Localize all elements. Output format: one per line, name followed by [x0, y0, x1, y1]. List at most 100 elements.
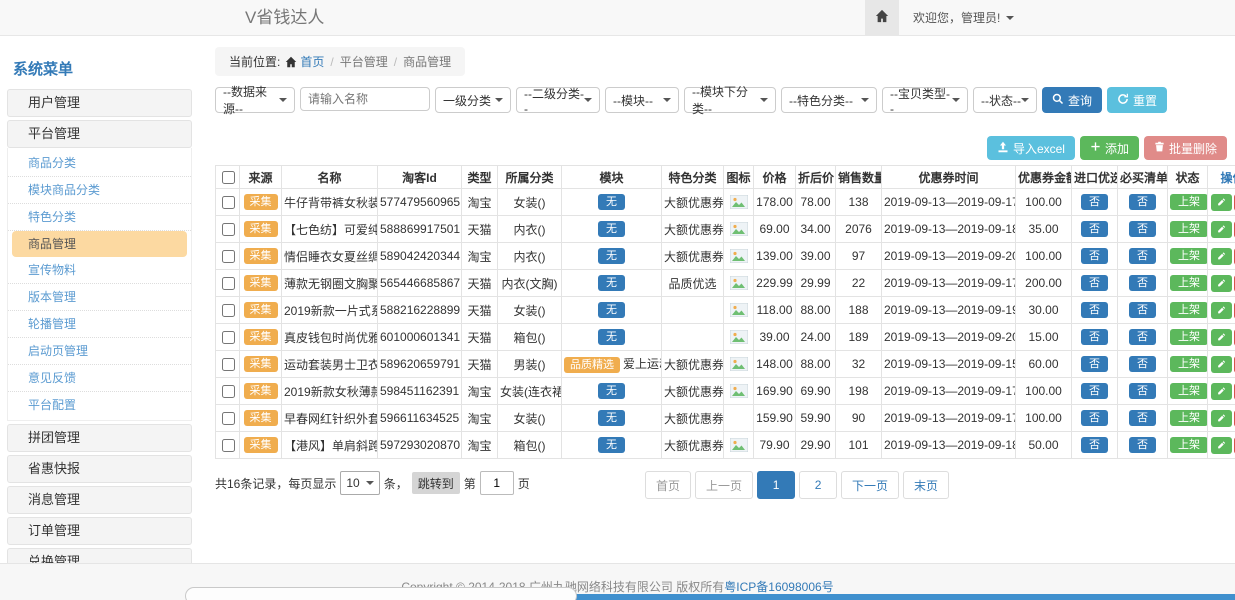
status-badge[interactable]: 上架 — [1170, 356, 1208, 372]
edit-button[interactable] — [1211, 194, 1232, 211]
mustbuy-badge[interactable]: 否 — [1129, 302, 1156, 318]
edit-button[interactable] — [1211, 275, 1232, 292]
status-badge[interactable]: 上架 — [1170, 248, 1208, 264]
mustbuy-badge[interactable]: 否 — [1129, 410, 1156, 426]
row-checkbox[interactable] — [222, 277, 235, 290]
page-button[interactable]: 末页 — [903, 471, 949, 499]
per-page-select[interactable]: 10 — [340, 471, 379, 495]
edit-button[interactable] — [1211, 410, 1232, 427]
import-badge[interactable]: 否 — [1081, 275, 1108, 291]
sidebar-subitem[interactable]: 特色分类 — [8, 204, 191, 231]
chevron-down-icon — [952, 98, 960, 102]
import-badge[interactable]: 否 — [1081, 383, 1108, 399]
import-badge[interactable]: 否 — [1081, 437, 1108, 453]
edit-button[interactable] — [1211, 221, 1232, 238]
mustbuy-badge[interactable]: 否 — [1129, 194, 1156, 210]
page-button[interactable]: 下一页 — [841, 471, 899, 499]
sidebar-item[interactable]: 平台管理 — [7, 120, 192, 148]
sidebar-item[interactable]: 用户管理 — [7, 89, 192, 117]
sidebar-item[interactable]: 订单管理 — [7, 517, 192, 545]
filter-select[interactable]: --宝贝类型-- — [882, 87, 968, 113]
page-button[interactable]: 1 — [757, 471, 795, 499]
edit-button[interactable] — [1211, 356, 1232, 373]
select-all-checkbox[interactable] — [222, 171, 235, 184]
status-badge[interactable]: 上架 — [1170, 329, 1208, 345]
import-badge[interactable]: 否 — [1081, 221, 1108, 237]
breadcrumb-home-link[interactable]: 首页 — [300, 55, 324, 69]
row-select-cell — [216, 405, 240, 432]
mustbuy-badge[interactable]: 否 — [1129, 221, 1156, 237]
filter-select[interactable]: --二级分类-- — [516, 87, 600, 113]
status-badge[interactable]: 上架 — [1170, 410, 1208, 426]
jump-button[interactable]: 跳转到 — [412, 472, 460, 494]
edit-button[interactable] — [1211, 383, 1232, 400]
sidebar-subitem[interactable]: 宣传物料 — [8, 257, 191, 284]
edit-button[interactable] — [1211, 302, 1232, 319]
row-checkbox[interactable] — [222, 250, 235, 263]
source-cell: 采集 — [240, 270, 282, 297]
mustbuy-badge[interactable]: 否 — [1129, 356, 1156, 372]
batch-delete-button[interactable]: 批量删除 — [1144, 136, 1227, 160]
row-checkbox[interactable] — [222, 385, 235, 398]
import-badge[interactable]: 否 — [1081, 248, 1108, 264]
filter-select[interactable]: --数据来源-- — [215, 87, 295, 113]
filter-select[interactable]: --状态-- — [973, 87, 1037, 113]
edit-button[interactable] — [1211, 329, 1232, 346]
import-badge[interactable]: 否 — [1081, 329, 1108, 345]
status-badge[interactable]: 上架 — [1170, 302, 1208, 318]
import-badge[interactable]: 否 — [1081, 356, 1108, 372]
sidebar-subitem[interactable]: 商品分类 — [8, 150, 191, 177]
name-search-input[interactable] — [300, 87, 430, 111]
reset-button[interactable]: 重置 — [1107, 87, 1167, 113]
sidebar-subitem[interactable]: 版本管理 — [8, 284, 191, 311]
page-button[interactable]: 上一页 — [695, 471, 753, 499]
edit-button[interactable] — [1211, 437, 1232, 454]
status-badge[interactable]: 上架 — [1170, 221, 1208, 237]
sidebar-item[interactable]: 消息管理 — [7, 486, 192, 514]
search-button[interactable]: 查询 — [1042, 87, 1102, 113]
sidebar-item[interactable]: 拼团管理 — [7, 424, 192, 452]
import-badge[interactable]: 否 — [1081, 410, 1108, 426]
status-badge[interactable]: 上架 — [1170, 275, 1208, 291]
mustbuy-badge[interactable]: 否 — [1129, 275, 1156, 291]
status-badge[interactable]: 上架 — [1170, 437, 1208, 453]
feature-cell: 大额优惠券 — [662, 378, 724, 405]
row-checkbox[interactable] — [222, 331, 235, 344]
icp-link[interactable]: 粤ICP备16098006号 — [724, 580, 833, 594]
import-badge[interactable]: 否 — [1081, 194, 1108, 210]
status-badge[interactable]: 上架 — [1170, 383, 1208, 399]
jump-page-input[interactable] — [480, 471, 514, 495]
mustbuy-badge[interactable]: 否 — [1129, 437, 1156, 453]
edit-button[interactable] — [1211, 248, 1232, 265]
filter-select[interactable]: --模块-- — [605, 87, 679, 113]
import-badge[interactable]: 否 — [1081, 302, 1108, 318]
sidebar-subitem[interactable]: 轮播管理 — [8, 311, 191, 338]
horizontal-scrollbar[interactable] — [185, 587, 577, 600]
sidebar-subitem[interactable]: 商品管理 — [12, 231, 187, 257]
mustbuy-badge[interactable]: 否 — [1129, 248, 1156, 264]
home-button[interactable] — [865, 0, 899, 35]
import-excel-button[interactable]: 导入excel — [987, 136, 1075, 160]
add-button[interactable]: 添加 — [1080, 136, 1139, 160]
row-checkbox[interactable] — [222, 439, 235, 452]
user-menu[interactable]: 欢迎您，管理员! — [913, 9, 1014, 26]
page-button[interactable]: 首页 — [645, 471, 691, 499]
row-checkbox[interactable] — [222, 412, 235, 425]
filter-select[interactable]: --特色分类-- — [781, 87, 877, 113]
sidebar-item[interactable]: 省惠快报 — [7, 455, 192, 483]
page-button[interactable]: 2 — [799, 471, 837, 499]
row-checkbox[interactable] — [222, 304, 235, 317]
mustbuy-badge[interactable]: 否 — [1129, 383, 1156, 399]
sidebar-subitem[interactable]: 启动页管理 — [8, 338, 191, 365]
sidebar-subitem[interactable]: 平台配置 — [8, 392, 191, 418]
sidebar-subitem[interactable]: 模块商品分类 — [8, 177, 191, 204]
row-checkbox[interactable] — [222, 223, 235, 236]
status-badge[interactable]: 上架 — [1170, 194, 1208, 210]
filter-select[interactable]: --模块下分类-- — [684, 87, 776, 113]
row-checkbox[interactable] — [222, 358, 235, 371]
feature-cell: 大额优惠券 — [662, 351, 724, 378]
filter-select[interactable]: 一级分类 — [435, 87, 511, 113]
mustbuy-badge[interactable]: 否 — [1129, 329, 1156, 345]
row-checkbox[interactable] — [222, 196, 235, 209]
sidebar-subitem[interactable]: 意见反馈 — [8, 365, 191, 392]
